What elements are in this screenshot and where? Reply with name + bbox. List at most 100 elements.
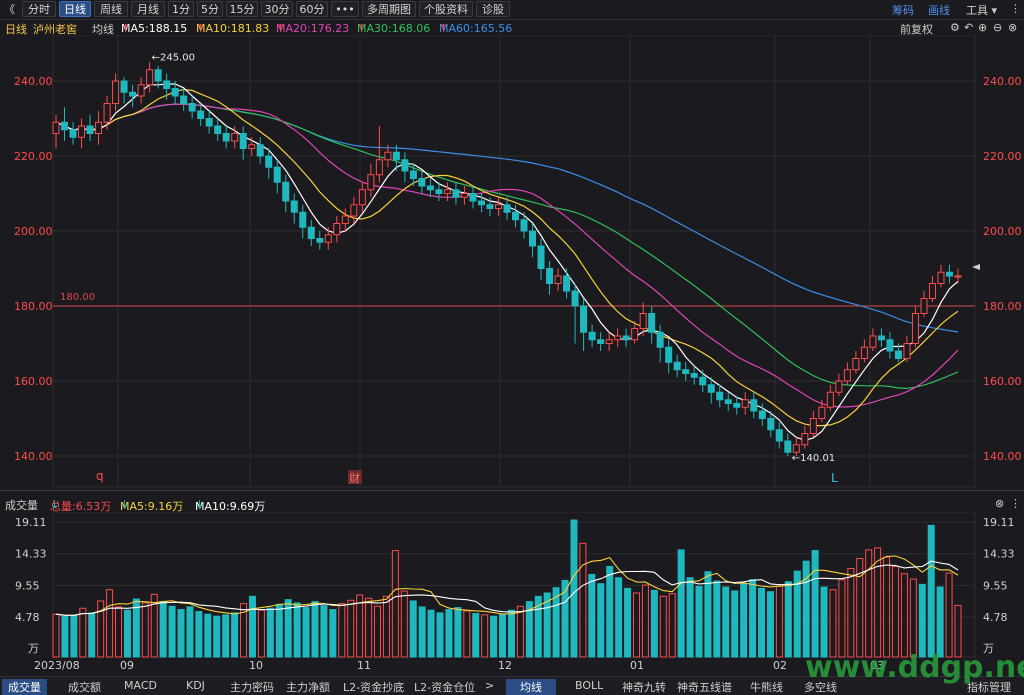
period-button-3[interactable]: 月线	[131, 1, 165, 17]
candle-body	[392, 151, 400, 161]
volume-ytick-left: 19.11	[15, 516, 47, 529]
period-button-0[interactable]: 分时	[22, 1, 56, 17]
volume-bar	[231, 612, 239, 658]
period-button-9[interactable]: •••	[331, 1, 359, 17]
candle-body	[265, 155, 273, 168]
volume-bar	[766, 591, 774, 658]
volume-bar	[632, 592, 640, 658]
candle-body	[418, 178, 426, 187]
candle-body	[239, 133, 247, 149]
scroll-right-icon[interactable]: >	[485, 679, 494, 692]
candle-body	[154, 69, 162, 82]
period-button-12[interactable]: 诊股	[476, 1, 510, 17]
volume-bar	[883, 556, 891, 658]
indicator-tab-2[interactable]: MACD	[124, 679, 157, 692]
volume-bar	[865, 549, 873, 658]
period-button-4[interactable]: 1分	[168, 1, 194, 17]
volume-xtick: 09	[120, 659, 134, 672]
volume-bar	[115, 606, 123, 658]
period-button-8[interactable]: 60分	[296, 1, 328, 17]
period-button-6[interactable]: 15分	[226, 1, 258, 17]
candle-body	[103, 103, 111, 123]
volume-title: 成交量	[5, 499, 38, 512]
volume-bar	[695, 585, 703, 658]
volume-bar	[329, 609, 337, 658]
close-icon[interactable]: ⊗	[1008, 21, 1017, 34]
volume-bar	[88, 612, 96, 658]
undo-icon[interactable]: ↶	[964, 21, 973, 34]
chip-button[interactable]: 筹码	[892, 2, 914, 18]
back-icon[interactable]: 《	[4, 1, 15, 17]
period-button-1[interactable]: 日线	[59, 1, 91, 17]
volume-bar	[409, 600, 417, 658]
candle-body	[503, 204, 511, 213]
volume-bar	[472, 613, 480, 658]
candle-body	[801, 433, 809, 446]
candle-body	[435, 189, 443, 194]
volume-bar	[516, 605, 524, 658]
candle-body	[180, 95, 188, 104]
candle-body	[52, 121, 60, 134]
volume-bar	[909, 578, 917, 658]
volume-bar	[722, 586, 730, 658]
volume-xtick: 02	[773, 659, 787, 672]
indicator-tab-3[interactable]: KDJ	[186, 679, 205, 692]
volume-ytick-right: 9.55	[983, 579, 1008, 592]
volume-bar	[222, 614, 230, 658]
candle-body	[120, 80, 128, 93]
ma10-line	[55, 88, 959, 427]
price-ytick-right: 220.00	[983, 150, 1022, 163]
candle-body	[350, 204, 358, 217]
volume-bar	[731, 590, 739, 658]
period-button-7[interactable]: 30分	[261, 1, 293, 17]
volume-bar	[204, 613, 212, 658]
volume-bar	[186, 606, 194, 658]
candle-body	[954, 275, 962, 278]
volume-bar	[579, 542, 587, 658]
volume-xtick: 2023/08	[34, 659, 80, 672]
zoom-in-icon[interactable]: ⊕	[978, 21, 987, 34]
volume-bar	[597, 583, 605, 658]
volume-bar	[347, 599, 355, 658]
volume-bar	[302, 607, 310, 658]
candle-body	[477, 200, 485, 206]
candle-body	[580, 305, 588, 333]
candle-body	[358, 189, 366, 206]
volume-bar	[374, 605, 382, 658]
more-icon[interactable]: ⋮	[1010, 2, 1021, 15]
volume-unit-left: 万	[28, 642, 39, 655]
settings-icon[interactable]: ⚙	[950, 21, 960, 34]
financial-report-marker: 财	[349, 471, 360, 485]
volume-bar	[945, 572, 953, 658]
volume-bar	[507, 609, 515, 658]
volume-bar	[829, 589, 837, 658]
period-button-2[interactable]: 周线	[94, 1, 128, 17]
volume-bar	[874, 547, 882, 658]
period-button-5[interactable]: 5分	[197, 1, 223, 17]
volume-close-icon[interactable]: ⊗	[995, 497, 1004, 510]
candle-body	[231, 133, 239, 142]
candle-body	[835, 380, 843, 393]
volume-bar	[213, 615, 221, 658]
volume-bar	[445, 609, 453, 658]
q-marker: q	[96, 469, 104, 483]
volume-more-icon[interactable]: ⋮	[1010, 497, 1021, 510]
period-button-10[interactable]: 多周期图	[362, 1, 416, 17]
panel-divider[interactable]	[0, 490, 1024, 491]
volume-bar	[650, 589, 658, 658]
price-chart[interactable]: 240.00 220.00 200.00 180.00 160.00 140.00 240…	[0, 35, 1024, 490]
candle-body	[188, 103, 196, 112]
indicator-tab-9[interactable]: BOLL	[575, 679, 603, 692]
volume-bar	[775, 585, 783, 658]
volume-bar	[320, 605, 328, 658]
volume-bar	[820, 586, 828, 658]
candle-body	[367, 174, 375, 191]
candle-body	[758, 410, 766, 419]
candle-body	[648, 313, 656, 333]
draw-line-button[interactable]: 画线	[928, 2, 950, 18]
period-button-11[interactable]: 个股资料	[419, 1, 473, 17]
tools-menu-button[interactable]: 工具 ▾	[966, 2, 997, 18]
zoom-out-icon[interactable]: ⊖	[993, 21, 1002, 34]
volume-bar	[570, 519, 578, 658]
volume-bar	[918, 583, 926, 658]
